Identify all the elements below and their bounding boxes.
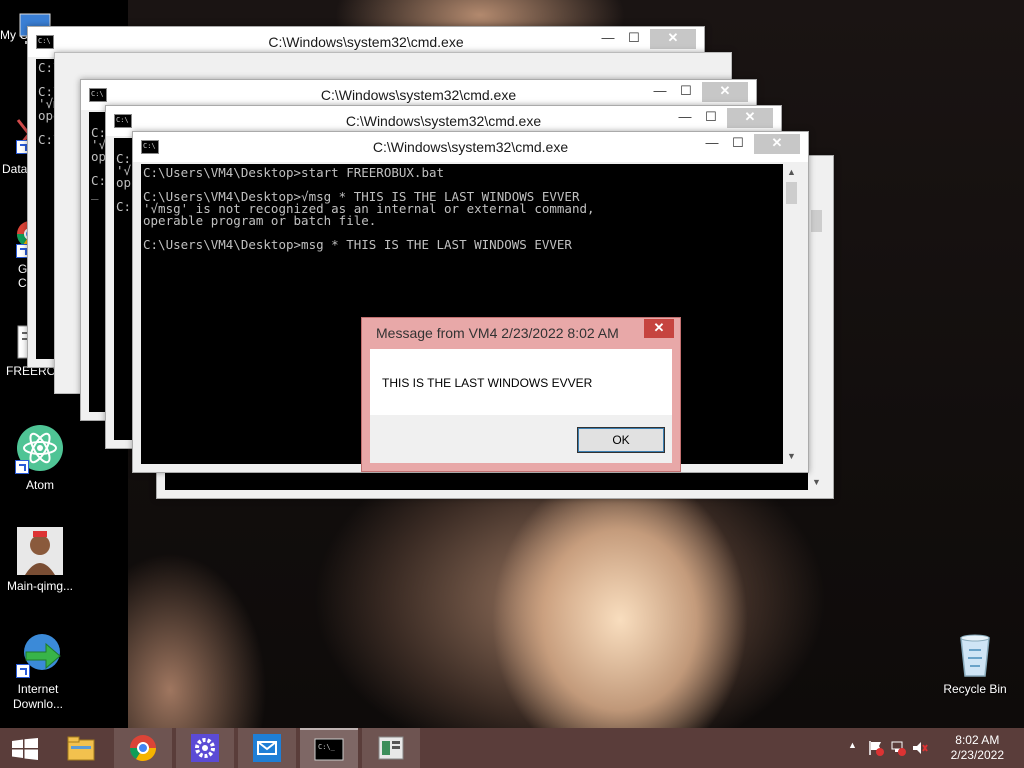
dialog-footer: OK: [370, 415, 672, 463]
clock-time: 8:02 AM: [955, 733, 1000, 747]
action-center-flag-icon[interactable]: [868, 740, 884, 756]
desktop-icon-atom[interactable]: Atom: [0, 424, 80, 492]
minimize-button[interactable]: —: [595, 29, 621, 49]
scroll-down-icon[interactable]: ▼: [783, 448, 800, 464]
clock-date: 2/23/2022: [950, 748, 1004, 762]
minimize-button[interactable]: —: [647, 82, 673, 102]
desktop-icon-label: Internet Downlo...: [12, 682, 64, 711]
chrome-icon: [129, 735, 157, 762]
taskbar-app[interactable]: [362, 728, 420, 768]
dialog-message: THIS IS THE LAST WINDOWS EVVER: [382, 376, 593, 390]
volume-muted-icon[interactable]: [912, 740, 928, 756]
desktop-icon-internet-download-manager[interactable]: Internet Downlo...: [0, 632, 80, 712]
download-manager-icon: [16, 632, 64, 678]
recycle-bin-icon: [955, 632, 995, 678]
taskbar-file-explorer[interactable]: [52, 728, 110, 768]
dialog-title: Message from VM4 2/23/2022 8:02 AM: [376, 325, 619, 341]
message-dialog[interactable]: Message from VM4 2/23/2022 8:02 AM ✕ THI…: [361, 317, 681, 472]
taskbar-settings[interactable]: [176, 728, 234, 768]
desktop-icon-recycle-bin[interactable]: Recycle Bin: [935, 632, 1015, 696]
window-titlebar[interactable]: C:\Windows\system32\cmd.exe — ☐ ✕: [133, 132, 808, 162]
cmd-icon: C:\_: [314, 738, 344, 761]
close-button[interactable]: ✕: [702, 82, 748, 102]
minimize-button[interactable]: —: [672, 108, 698, 128]
scroll-thumb[interactable]: [811, 210, 822, 232]
desktop-icon-label: Recycle Bin: [943, 682, 1007, 696]
file-explorer-icon: [67, 736, 95, 761]
scroll-thumb[interactable]: [786, 182, 797, 204]
vertical-scrollbar[interactable]: ▼: [808, 208, 825, 490]
show-hidden-icons-icon[interactable]: ▲: [848, 740, 857, 750]
svg-text:C:\_: C:\_: [318, 743, 336, 751]
taskbar-clock[interactable]: 8:02 AM 2/23/2022: [951, 733, 1004, 763]
settings-icon: [191, 734, 219, 762]
desktop-icon-label: Main-qimg...: [6, 579, 74, 593]
dialog-body: THIS IS THE LAST WINDOWS EVVER: [370, 349, 672, 415]
scroll-up-icon[interactable]: ▲: [783, 164, 800, 180]
maximize-button[interactable]: ☐: [725, 134, 751, 154]
desktop-icon-main-qimg[interactable]: Main-qimg...: [0, 527, 80, 593]
system-tray: ▲ 8:02 AM 2/23/2022: [844, 728, 1024, 768]
close-button[interactable]: ✕: [650, 29, 696, 49]
scroll-down-icon[interactable]: ▼: [808, 474, 825, 490]
taskbar-mail[interactable]: [238, 728, 296, 768]
mail-icon: [253, 734, 281, 762]
vertical-scrollbar[interactable]: ▲ ▼: [783, 164, 800, 464]
maximize-button[interactable]: ☐: [698, 108, 724, 128]
taskbar-cmd[interactable]: C:\_: [300, 728, 358, 768]
console-output[interactable]: [165, 471, 808, 490]
shortcut-overlay-icon: [15, 460, 29, 474]
close-button[interactable]: ✕: [727, 108, 773, 128]
taskbar: C:\_ ▲ 8:02 AM 2/23/2022: [0, 728, 1024, 768]
ok-button[interactable]: OK: [577, 427, 665, 453]
maximize-button[interactable]: ☐: [673, 82, 699, 102]
minimize-button[interactable]: —: [699, 134, 725, 154]
start-icon: [12, 738, 38, 760]
atom-icon: [15, 424, 65, 474]
desktop-icon-label: Atom: [25, 478, 54, 492]
app-icon: [378, 736, 404, 760]
close-button[interactable]: ✕: [754, 134, 800, 154]
shortcut-overlay-icon: [16, 664, 30, 678]
network-icon[interactable]: [890, 740, 906, 756]
dialog-close-button[interactable]: ✕: [644, 319, 674, 338]
image-icon: [17, 527, 63, 575]
start-button[interactable]: [0, 728, 50, 768]
taskbar-chrome[interactable]: [114, 728, 172, 768]
maximize-button[interactable]: ☐: [621, 29, 647, 49]
